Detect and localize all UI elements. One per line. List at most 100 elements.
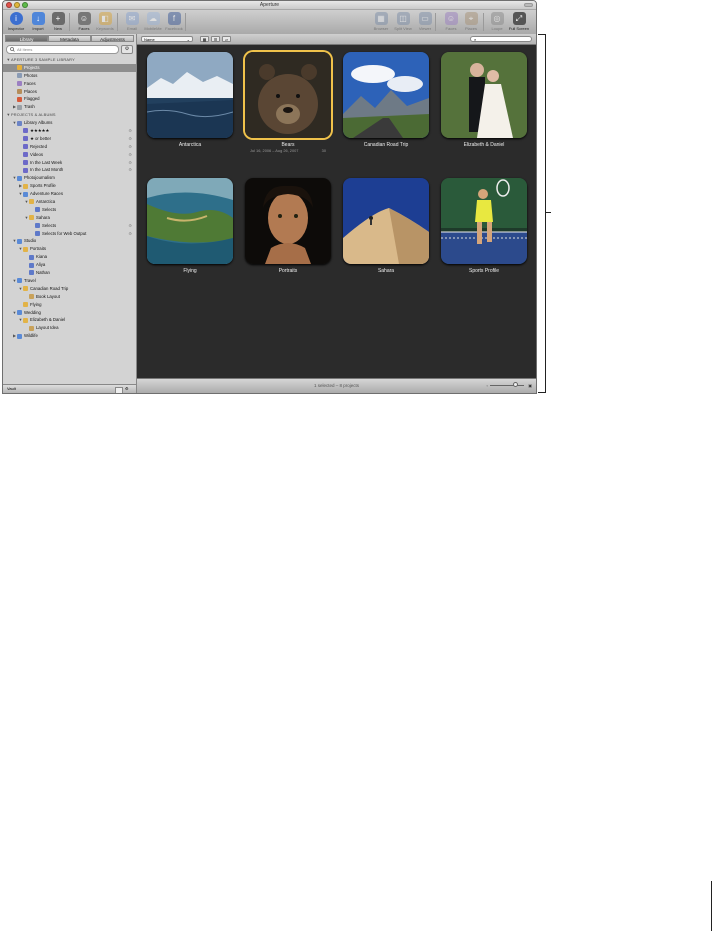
sidebar-item[interactable]: Projects	[3, 63, 136, 72]
vault-label: Vault	[7, 386, 16, 391]
toolbar-button-places[interactable]: ⌖ Places	[460, 12, 482, 31]
toolbar-button-loupe[interactable]: ◎ Loupe	[486, 12, 508, 31]
project-name: Sports Profile	[468, 268, 499, 274]
toolbar-button-import[interactable]: ↓ Import	[27, 12, 49, 31]
list-view-button[interactable]: ☰	[211, 36, 220, 42]
sidebar-item[interactable]: ▼ Travel	[3, 277, 136, 285]
project-wedding[interactable]: Elizabeth & Daniel	[439, 52, 529, 148]
toolbar-button-full-screen[interactable]: ⤢ Full Screen	[508, 12, 530, 31]
sidebar-item[interactable]: ▶ Wildlife	[3, 332, 136, 340]
sidebar-item[interactable]: ▼ Portraits	[3, 245, 136, 253]
project-thumbnail[interactable]	[147, 178, 233, 264]
filter-search-field[interactable]: ⌕	[470, 36, 532, 42]
sidebar-item[interactable]: Flagged	[3, 95, 136, 103]
project-thumbnail[interactable]	[147, 52, 233, 138]
toolbar-button-mobileme[interactable]: ☁ MobileMe	[142, 12, 164, 31]
smart-settings-icon[interactable]: ⚙	[128, 143, 132, 151]
toolbar-button-keywords[interactable]: ◧ Keywords	[94, 12, 116, 31]
project-thumbnail[interactable]	[343, 178, 429, 264]
toolbar-separator	[435, 13, 436, 31]
window-title: Aperture	[259, 2, 280, 8]
sidebar-item[interactable]: Faces	[3, 80, 136, 88]
sidebar-item[interactable]: Selects for Web Output ⚙	[3, 230, 136, 238]
library-section-header: ▼ PROJECTS & ALBUMS	[3, 111, 136, 119]
sidebar-item[interactable]: ▶ Sports Profile	[3, 182, 136, 190]
grid-view-button[interactable]: ▦	[200, 36, 209, 42]
sidebar-item[interactable]: Flying	[3, 301, 136, 309]
vault-gear-icon[interactable]: ⚙	[125, 385, 129, 393]
sidebar-item[interactable]: Book Layout	[3, 293, 136, 301]
toolbar-button-browser[interactable]: ▦ Browser	[370, 12, 392, 31]
tab-adjustments[interactable]: Adjustments	[91, 35, 134, 42]
sidebar-item-label: Videos	[30, 151, 44, 157]
project-antarctica[interactable]: Antarctica	[145, 52, 235, 148]
smart-settings-icon[interactable]: ⚙	[128, 127, 132, 135]
thumbnail-size-slider[interactable]	[490, 385, 524, 386]
toolbar-button-viewer[interactable]: ▭ Viewer	[414, 12, 436, 31]
sidebar-item[interactable]: In the Last Month ⚙	[3, 166, 136, 174]
sidebar-item[interactable]: ▶ Trash	[3, 103, 136, 111]
sidebar-item-label: Wildlife	[24, 333, 38, 339]
toolbar-button-new[interactable]: + New	[47, 12, 69, 31]
sidebar-item[interactable]: Selects	[3, 206, 136, 214]
toolbar-button-faces[interactable]: ☺ Faces	[73, 12, 95, 31]
sidebar-item[interactable]: Kiana	[3, 253, 136, 261]
sidebar-item[interactable]: In the Last Week ⚙	[3, 159, 136, 167]
slider-knob[interactable]	[513, 382, 518, 387]
sidebar-item[interactable]: ▼ Canadian Road Trip	[3, 285, 136, 293]
sidebar-item[interactable]: ▼ Library Albums	[3, 119, 136, 127]
toolbar-button-email[interactable]: ✉ Email	[121, 12, 143, 31]
smart-settings-icon[interactable]: ⚙	[128, 230, 132, 238]
sidebar-item[interactable]: ▼ Sahara	[3, 214, 136, 222]
project-canada[interactable]: Canadian Road Trip	[341, 52, 431, 148]
sidebar-item[interactable]: Layout Idea	[3, 324, 136, 332]
toolbar-separator	[483, 13, 484, 31]
sidebar-item[interactable]: Nathan	[3, 269, 136, 277]
sidebar-item[interactable]: Videos ⚙	[3, 151, 136, 159]
sidebar-item[interactable]: ▼ Photojournalism	[3, 174, 136, 182]
sidebar-item[interactable]: Aliya	[3, 261, 136, 269]
toolbar-button-facebook[interactable]: f Facebook	[163, 12, 185, 31]
tab-metadata[interactable]: Metadata	[48, 35, 91, 42]
sidebar-item[interactable]: ▼ Studio	[3, 237, 136, 245]
sidebar-item[interactable]: ▼ Antarctica	[3, 198, 136, 206]
project-thumbnail[interactable]	[245, 52, 331, 138]
smart-settings-icon[interactable]: ⚙	[128, 151, 132, 159]
sidebar-item[interactable]: ★ or better ⚙	[3, 135, 136, 143]
sidebar-item[interactable]: Rejected ⚙	[3, 143, 136, 151]
inspector-tabs: Library Metadata Adjustments	[5, 35, 134, 42]
sidebar-item[interactable]: ★★★★★ ⚙	[3, 127, 136, 135]
sidebar-item[interactable]: ▼ Elizabeth & Daniel	[3, 316, 136, 324]
toolbar-button-inspector[interactable]: i Inspector	[5, 12, 27, 31]
sidebar-item-label: Aliya	[36, 262, 46, 268]
project-name: Elizabeth & Daniel	[463, 142, 505, 148]
tab-library[interactable]: Library	[5, 35, 48, 42]
library-search-field[interactable]: All Items	[6, 45, 119, 54]
sidebar-item-label: Library Albums	[24, 120, 53, 126]
smart-settings-icon[interactable]: ⚙	[128, 222, 132, 230]
sort-popup[interactable]: Name ⌄	[141, 36, 193, 42]
project-tennis[interactable]: Sports Profile	[439, 178, 529, 274]
toolbar-toggle-button[interactable]	[524, 3, 533, 7]
library-action-button[interactable]: ⚙	[121, 45, 133, 54]
project-flying[interactable]: Flying	[145, 178, 235, 274]
project-thumbnail[interactable]	[245, 178, 331, 264]
sidebar-item[interactable]: Places	[3, 88, 136, 96]
sidebar-item[interactable]: Photos	[3, 72, 136, 80]
sidebar-item[interactable]: Selects ⚙	[3, 222, 136, 230]
smart-settings-icon[interactable]: ⚙	[128, 159, 132, 167]
toolbar-button-split-view[interactable]: ◫ Split View	[392, 12, 414, 31]
toolbar-button-faces[interactable]: ☺ Faces	[440, 12, 462, 31]
project-bears[interactable]: Bears Jul 16, 2006 – Aug 26, 2007 30	[243, 52, 333, 153]
project-portrait[interactable]: Portraits	[243, 178, 333, 274]
folder-view-button[interactable]: ▱	[222, 36, 231, 42]
project-sahara[interactable]: Sahara	[341, 178, 431, 274]
sidebar-item[interactable]: ▼ Adventure Races	[3, 190, 136, 198]
project-thumbnail[interactable]	[441, 178, 527, 264]
smart-settings-icon[interactable]: ⚙	[128, 135, 132, 143]
sidebar-item[interactable]: ▼ Wedding	[3, 309, 136, 317]
smart-settings-icon[interactable]: ⚙	[128, 166, 132, 174]
project-thumbnail[interactable]	[441, 52, 527, 138]
project-thumbnail[interactable]	[343, 52, 429, 138]
vault-info-button[interactable]	[115, 386, 123, 393]
